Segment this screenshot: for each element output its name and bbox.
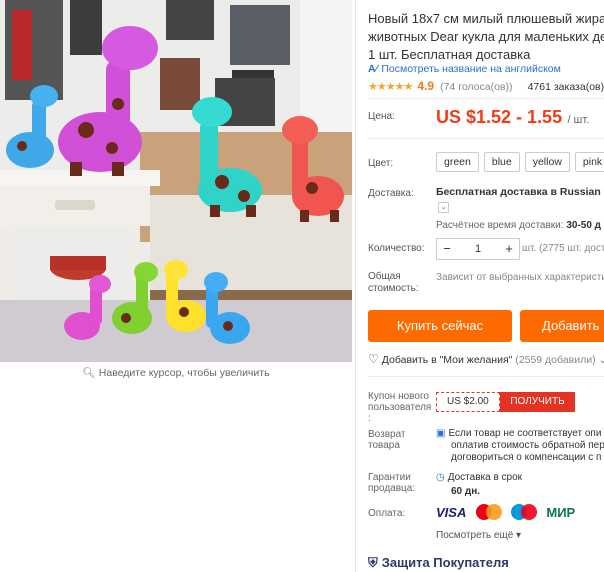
color-option-pink[interactable]: pink — [574, 152, 604, 172]
quantity-input[interactable]: 1 — [457, 239, 499, 259]
total-label-line-1: Общая — [368, 271, 401, 282]
more-payment-text: Посмотреть ещё — [436, 530, 514, 541]
coupon-label-line-3: : — [368, 413, 371, 424]
returns-label: Возврат товара — [368, 429, 406, 451]
product-info-panel: Новый 18х7 см милый плюшевый жираф живот… — [368, 0, 604, 572]
color-option-yellow[interactable]: yellow — [524, 152, 570, 172]
price-row: US $1.52 - 1.55 / шт. — [436, 107, 589, 128]
product-title: Новый 18х7 см милый плюшевый жираф живот… — [368, 10, 604, 64]
zoom-hint-text: Наведите курсор, чтобы увеличить — [98, 367, 270, 379]
returns-line-3: договориться о компенсации с п — [451, 452, 602, 463]
total-note: Зависит от выбранных характеристи — [436, 272, 604, 283]
guarantee-label-line-2: продавца: — [368, 483, 416, 494]
translate-title-link[interactable]: A⁄ Посмотреть название на английском — [368, 63, 561, 75]
coupon-label-line-1: Купон нового — [368, 391, 429, 402]
shipping-dropdown-chevron-icon[interactable]: ⌄ — [438, 202, 449, 213]
separator — [368, 138, 604, 139]
returns-label-line-1: Возврат — [368, 429, 406, 440]
seller-guarantee: ◷ Доставка в срок 60 дн. — [436, 471, 522, 499]
wishlist-count: (2559 добавили) — [515, 354, 596, 366]
rating-stars-icon: ★★★★★ — [368, 81, 413, 93]
guarantee-label-line-1: Гарантии — [368, 472, 411, 483]
wishlist-chevron-icon[interactable]: ⌄ — [599, 354, 604, 366]
rating-score[interactable]: 4.9 — [417, 79, 434, 93]
visa-logo-icon: VISA — [436, 504, 467, 520]
product-main-image[interactable] — [0, 0, 352, 362]
mir-logo-icon: МИР — [546, 504, 576, 520]
price-label: Цена: — [368, 111, 395, 122]
total-label-line-2: стоимость: — [368, 283, 419, 294]
returns-policy: ▣ Если товар не соответствует опи оплатив… — [436, 428, 604, 464]
guarantee-line-1: Доставка в срок — [447, 472, 523, 483]
returns-line-2: оплатив стоимость обратной пер — [451, 440, 604, 451]
coupon-label: Купон нового пользователя : — [368, 391, 431, 424]
shipping-method[interactable]: Бесплатная доставка в Russian Fed — [436, 186, 604, 198]
payment-label: Оплата: — [368, 508, 406, 519]
quantity-decrease-button[interactable]: − — [437, 239, 457, 259]
rating-votes[interactable]: (74 голоса(ов)) — [440, 81, 512, 93]
price-unit: / шт. — [567, 114, 590, 126]
stock-available: шт. (2775 шт. дост — [522, 243, 604, 254]
color-option-blue[interactable]: blue — [483, 152, 520, 172]
separator — [368, 376, 604, 377]
color-options: green blue yellow pink — [436, 152, 604, 172]
quantity-stepper: − 1 + — [436, 238, 520, 260]
more-payment-methods-link[interactable]: Посмотреть ещё ▾ — [436, 530, 521, 541]
column-divider — [355, 0, 356, 572]
total-label: Общая стоимость: — [368, 271, 419, 295]
heart-icon: ♡ — [368, 352, 379, 366]
add-to-cart-button[interactable]: Добавить — [520, 310, 604, 342]
return-calendar-icon: ▣ — [436, 428, 446, 439]
buyer-protection-title: Защита Покупателя — [381, 555, 509, 570]
shipping-estimate-label: Расчётное время доставки: — [436, 220, 564, 231]
zoom-hint: 🔍︎ Наведите курсор, чтобы увеличить — [0, 366, 352, 379]
translate-icon: A⁄ — [368, 63, 378, 75]
quantity-label: Количество: — [368, 243, 425, 254]
color-option-green[interactable]: green — [436, 152, 479, 172]
coupon-get-button[interactable]: ПОЛУЧИТЬ — [500, 392, 575, 412]
shipping-estimate: Расчётное время доставки: 30-50 д — [436, 220, 601, 231]
guarantee-label: Гарантии продавца: — [368, 472, 415, 494]
mastercard-logo-icon — [475, 504, 502, 520]
product-title-line-1: Новый 18х7 см милый плюшевый жираф — [368, 11, 604, 26]
payment-logos: VISA МИР — [436, 504, 581, 520]
price-value: US $1.52 - 1.55 — [436, 107, 563, 127]
separator — [368, 98, 604, 99]
magnifier-icon: 🔍︎ — [82, 367, 96, 379]
buy-now-button[interactable]: Купить сейчас — [368, 310, 512, 342]
coupon-value: US $2.00 — [436, 392, 500, 412]
add-to-wishlist[interactable]: ♡ Добавить в "Мои желания" (2559 добавили… — [368, 352, 604, 366]
product-title-line-2: животных Dear кукла для маленьких дете — [368, 29, 604, 44]
quantity-increase-button[interactable]: + — [499, 239, 519, 259]
maestro-logo-icon — [511, 504, 538, 520]
shipping-label: Доставка: — [368, 188, 414, 199]
color-label: Цвет: — [368, 158, 394, 169]
orders-count: 4761 заказа(ов) — [527, 81, 604, 93]
chevron-down-icon: ▾ — [516, 530, 522, 541]
rating-row: ★★★★★ 4.9 (74 голоса(ов)) 4761 заказа(ов… — [368, 79, 604, 93]
wishlist-text: Добавить в "Мои желания" — [381, 354, 513, 366]
guarantee-line-2: 60 дн. — [451, 486, 481, 497]
product-photo-illustration — [0, 0, 352, 362]
shipping-estimate-value: 30-50 д — [566, 220, 602, 231]
translate-title-text: Посмотреть название на английском — [381, 63, 561, 75]
buyer-protection-heading: ⛨ Защита Покупателя — [368, 555, 509, 571]
returns-line-1: Если товар не соответствует опи — [448, 428, 602, 439]
product-title-line-3: 1 шт. Бесплатная доставка — [368, 47, 531, 62]
shield-icon: ⛨ — [368, 555, 378, 570]
returns-label-line-2: товара — [368, 440, 400, 451]
coupon-label-line-2: пользователя — [368, 402, 432, 413]
clock-icon: ◷ — [436, 472, 445, 483]
